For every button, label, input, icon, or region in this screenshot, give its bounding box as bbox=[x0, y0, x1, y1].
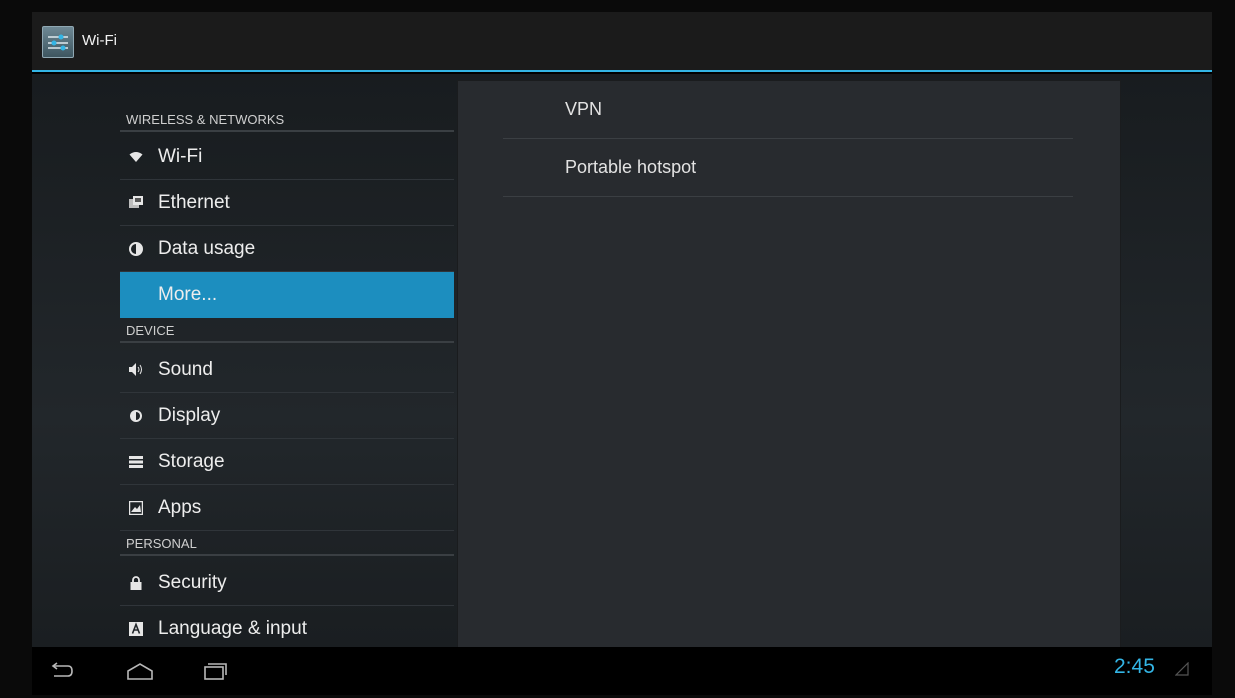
home-icon bbox=[127, 663, 153, 680]
lock-icon bbox=[128, 575, 144, 591]
sidebar-item-label: Apps bbox=[158, 496, 202, 518]
content-area: WIRELESS & NETWORKS Wi-Fi Ethernet Data … bbox=[32, 74, 1212, 649]
storage-icon bbox=[128, 454, 144, 470]
data-usage-icon bbox=[128, 241, 144, 257]
sidebar-item-more[interactable]: More... bbox=[120, 272, 454, 318]
detail-pane: VPN Portable hotspot bbox=[457, 80, 1121, 649]
ethernet-icon bbox=[128, 195, 144, 211]
recent-apps-icon bbox=[204, 663, 227, 680]
screen: Wi-Fi WIRELESS & NETWORKS Wi-Fi Ethernet bbox=[32, 12, 1212, 695]
back-button[interactable] bbox=[40, 657, 80, 685]
vpn-label: VPN bbox=[565, 99, 603, 119]
sidebar-item-label: Ethernet bbox=[158, 191, 230, 213]
clock[interactable]: 2:45 bbox=[1114, 655, 1155, 679]
action-bar-title: Wi-Fi bbox=[82, 32, 117, 49]
action-bar: Wi-Fi bbox=[32, 12, 1212, 72]
sidebar-item-sound[interactable]: Sound bbox=[120, 347, 454, 393]
apps-icon bbox=[128, 500, 144, 516]
back-icon bbox=[51, 662, 73, 677]
display-icon bbox=[128, 408, 144, 424]
wifi-icon bbox=[128, 149, 144, 165]
sidebar-item-wifi[interactable]: Wi-Fi bbox=[120, 134, 454, 180]
sound-icon bbox=[128, 362, 144, 378]
sidebar-item-security[interactable]: Security bbox=[120, 560, 454, 606]
sidebar-item-label: Storage bbox=[158, 450, 225, 472]
sidebar-item-storage[interactable]: Storage bbox=[120, 439, 454, 485]
sidebar-item-label: Data usage bbox=[158, 237, 256, 259]
signal-icon bbox=[1175, 662, 1189, 676]
sidebar-item-label: Wi-Fi bbox=[158, 145, 203, 167]
settings-app-icon[interactable] bbox=[42, 26, 74, 58]
sidebar-item-apps[interactable]: Apps bbox=[120, 485, 454, 531]
sidebar-item-language[interactable]: Language & input bbox=[120, 606, 454, 652]
portable-hotspot-item[interactable]: Portable hotspot bbox=[503, 139, 1073, 197]
sidebar-item-display[interactable]: Display bbox=[120, 393, 454, 439]
language-icon bbox=[128, 621, 144, 637]
section-header-personal: PERSONAL bbox=[120, 532, 454, 556]
portable-hotspot-label: Portable hotspot bbox=[565, 157, 697, 177]
home-button[interactable] bbox=[120, 657, 160, 685]
sidebar-item-ethernet[interactable]: Ethernet bbox=[120, 180, 454, 226]
sidebar-item-data-usage[interactable]: Data usage bbox=[120, 226, 454, 272]
sidebar-item-label: Sound bbox=[158, 358, 213, 380]
sidebar-item-label: Display bbox=[158, 404, 221, 426]
vpn-item[interactable]: VPN bbox=[503, 81, 1073, 139]
sidebar-item-label: Language & input bbox=[158, 618, 307, 639]
recent-apps-button[interactable] bbox=[194, 657, 234, 685]
sidebar-item-label: Security bbox=[158, 571, 227, 593]
section-header-device: DEVICE bbox=[120, 319, 454, 343]
sidebar-item-label: More... bbox=[158, 284, 218, 305]
section-header-wireless: WIRELESS & NETWORKS bbox=[120, 108, 454, 132]
navigation-bar: 2:45 bbox=[32, 647, 1212, 695]
settings-list: WIRELESS & NETWORKS Wi-Fi Ethernet Data … bbox=[120, 74, 454, 647]
